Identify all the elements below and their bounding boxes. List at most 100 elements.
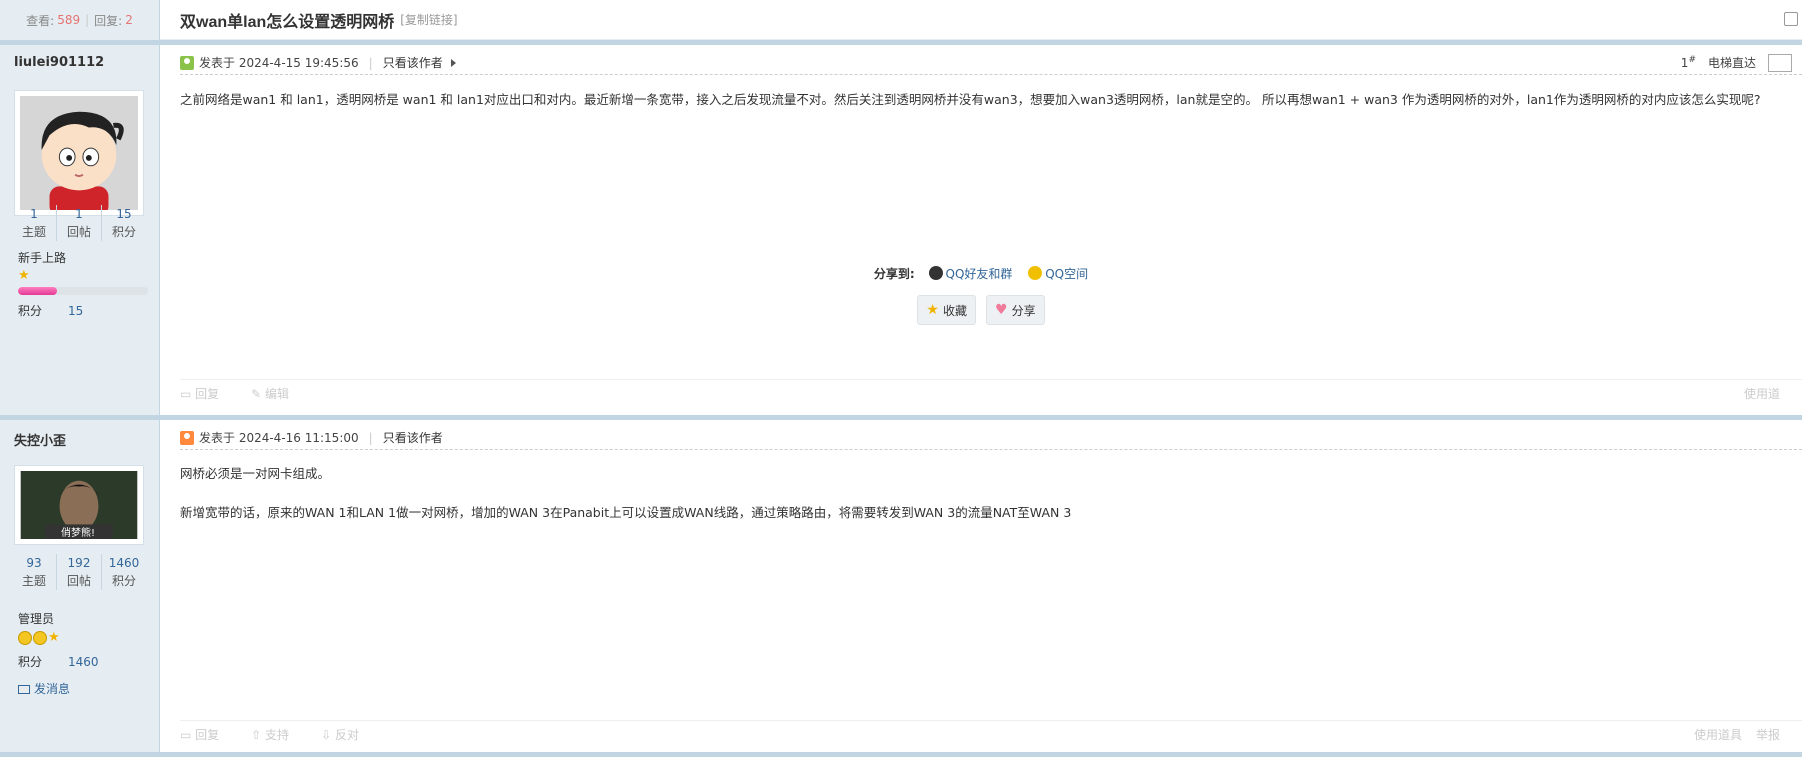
user-rank[interactable]: 新手上路 — [18, 249, 66, 266]
reply-button[interactable]: ▭ 回复 — [180, 385, 235, 402]
smile-icon — [33, 630, 47, 645]
author-name[interactable]: liulei901112 — [14, 55, 104, 70]
post-footer: ▭ 回复 ⇧ 支持 ⇩ 反对 使用道具 举报 — [180, 720, 1802, 748]
post-date: 发表于 2024-4-16 11:15:00 — [199, 431, 359, 445]
replies-label: 回复: — [94, 13, 123, 28]
stat-label: 回帖 — [66, 574, 91, 588]
send-message-link[interactable]: 发消息 — [18, 680, 70, 697]
stat-label: 主题 — [21, 574, 46, 588]
author-points: 积分 15 — [18, 302, 83, 319]
stat-points[interactable]: 1460 积分 — [102, 554, 146, 590]
post-footer: ▭ 回复 ✎ 编辑 使用道 — [180, 379, 1802, 407]
oppose-button[interactable]: ⇩ 反对 — [321, 726, 375, 743]
heart-icon: ♥ — [995, 302, 1008, 318]
share-qq-link[interactable]: QQ好友和群 — [946, 267, 1013, 281]
stat-replies[interactable]: 192 回帖 — [57, 554, 102, 590]
views-count: 589 — [57, 13, 81, 27]
points-label: 积分 — [18, 655, 43, 669]
stat-points[interactable]: 15 积分 — [102, 205, 146, 241]
post-1: 发表于 2024-4-15 19:45:56 | 只看该作者 1# 电梯直达 之… — [160, 45, 1802, 415]
stat-label: 回帖 — [66, 225, 91, 239]
avatar[interactable] — [14, 90, 144, 216]
divider: | — [85, 13, 90, 27]
only-author-link[interactable]: 只看该作者 — [383, 54, 443, 71]
points-value[interactable]: 15 — [68, 304, 83, 318]
author-panel: liulei901112 1 主题 1 回帖 15 积分 新手上路 ★ 积分 15 — [0, 45, 160, 415]
star-icon: ★ — [48, 630, 60, 645]
share-button[interactable]: ♥ 分享 — [986, 295, 1045, 325]
post-actions: ★ 收藏 ♥ 分享 — [160, 295, 1802, 325]
post-paragraph: 新增宽带的话，原来的WAN 1和LAN 1做一对网桥，增加的WAN 3在Pana… — [180, 505, 1072, 520]
edit-button[interactable]: ✎ 编辑 — [251, 385, 305, 402]
avatar-image — [20, 96, 138, 216]
play-icon[interactable] — [450, 58, 456, 67]
share-qzone-link[interactable]: QQ空间 — [1045, 267, 1088, 281]
post-content: 之前网络是wan1 和 lan1，透明网桥是 wan1 和 lan1对应出口和对… — [180, 92, 1761, 107]
stat-label: 积分 — [111, 225, 136, 239]
stat-value: 93 — [26, 556, 42, 570]
thread-stats: 查看: 589 | 回复: 2 — [0, 0, 160, 40]
favorite-label: 收藏 — [942, 303, 967, 318]
post-meta: 发表于 2024-4-16 11:15:00 | 只看该作者 — [180, 426, 1802, 450]
reply-button[interactable]: ▭ 回复 — [180, 726, 235, 743]
stat-value: 1 — [30, 207, 38, 221]
thread-title: 双wan单lan怎么设置透明网桥 — [180, 13, 395, 31]
divider — [0, 752, 1802, 757]
edit-label: 编辑 — [265, 387, 290, 401]
jump-label: 电梯直达 — [1707, 56, 1756, 70]
reply-label: 回复 — [195, 728, 220, 742]
stat-value: 1460 — [108, 556, 140, 570]
stat-value: 192 — [67, 556, 91, 570]
copy-link-button[interactable]: [复制链接] — [400, 11, 457, 28]
stat-replies[interactable]: 1 回帖 — [57, 205, 102, 241]
stat-label: 主题 — [21, 225, 46, 239]
author-name[interactable]: 失控小歪 — [14, 430, 66, 449]
favorite-button[interactable]: ★ 收藏 — [917, 295, 976, 325]
floor-jump-input[interactable] — [1768, 53, 1792, 72]
author-panel: 失控小歪 俏梦熊! 93 主题 192 回帖 1460 积分 管理员 ★ 积分 1460… — [0, 420, 160, 752]
stat-threads[interactable]: 93 主题 — [12, 554, 57, 590]
floor-info: 1# 电梯直达 — [1681, 53, 1792, 72]
points-value[interactable]: 1460 — [68, 655, 99, 669]
post-tools: 使用道具 举报 — [1694, 726, 1780, 743]
report-button[interactable]: 举报 — [1756, 728, 1780, 742]
qzone-icon — [1028, 266, 1043, 280]
star-icon: ★ — [18, 268, 30, 283]
tools-button[interactable]: 使用道 — [1744, 385, 1780, 402]
envelope-icon — [18, 685, 30, 694]
only-author-link[interactable]: 只看该作者 — [383, 429, 443, 446]
stat-value: 15 — [116, 207, 132, 221]
author-stats: 93 主题 192 回帖 1460 积分 — [12, 554, 146, 590]
replies-count: 2 — [125, 13, 133, 27]
stat-label: 积分 — [111, 574, 136, 588]
views-label: 查看: — [26, 13, 55, 28]
thread-header: 双wan单lan怎么设置透明网桥 [复制链接] — [160, 0, 1802, 40]
user-icon — [180, 430, 194, 445]
post-paragraph: 网桥必须是一对网卡组成。 — [180, 466, 331, 481]
post-2: 发表于 2024-4-16 11:15:00 | 只看该作者 网桥必须是一对网卡… — [160, 420, 1802, 752]
tools-button[interactable]: 使用道具 — [1694, 728, 1742, 742]
rank-progress-fill — [18, 287, 57, 295]
share-label: 分享到: — [873, 267, 915, 281]
stat-value: 1 — [75, 207, 83, 221]
floor-suffix: # — [1688, 55, 1696, 65]
author-stats: 1 主题 1 回帖 15 积分 — [12, 205, 146, 241]
avatar[interactable]: 俏梦熊! — [14, 465, 144, 545]
smile-icon — [18, 630, 32, 645]
post-date: 发表于 2024-4-15 19:45:56 — [199, 56, 359, 70]
oppose-label: 反对 — [334, 728, 359, 742]
user-rank[interactable]: 管理员 — [18, 610, 54, 627]
share-label: 分享 — [1011, 303, 1036, 318]
floor-number: 1# — [1681, 55, 1696, 70]
print-icon[interactable] — [1784, 12, 1798, 26]
user-icon — [180, 55, 194, 70]
avatar-caption: 俏梦熊! — [61, 528, 96, 539]
support-label: 支持 — [265, 728, 290, 742]
post-meta: 发表于 2024-4-15 19:45:56 | 只看该作者 1# 电梯直达 — [180, 51, 1802, 75]
qq-icon — [928, 266, 943, 280]
post-content: 网桥必须是一对网卡组成。 新增宽带的话，原来的WAN 1和LAN 1做一对网桥，… — [180, 464, 1782, 523]
stat-threads[interactable]: 1 主题 — [12, 205, 57, 241]
support-button[interactable]: ⇧ 支持 — [251, 726, 305, 743]
divider: | — [368, 55, 373, 70]
author-points: 积分 1460 — [18, 653, 99, 670]
